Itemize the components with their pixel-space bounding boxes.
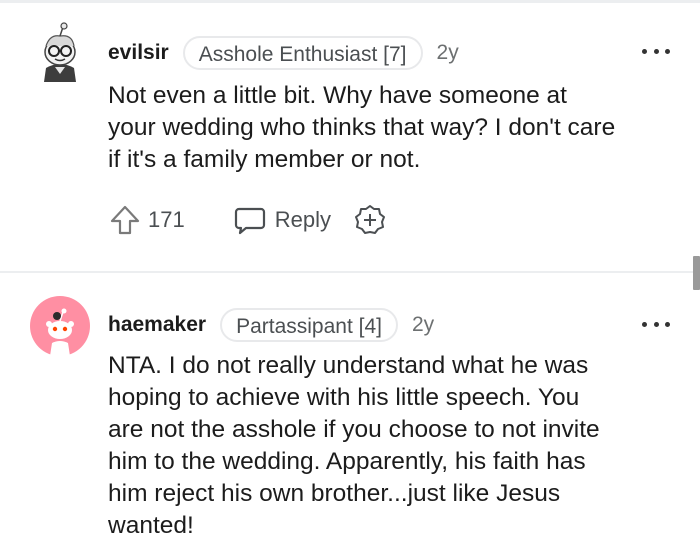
dot-icon (653, 48, 659, 54)
dot-icon (642, 48, 647, 54)
author-name[interactable]: haemaker (108, 313, 206, 337)
dot-icon (653, 321, 659, 327)
reply-label: Reply (274, 207, 331, 232)
top-divider (0, 0, 700, 3)
user-avatar[interactable] (30, 296, 90, 356)
comment-meta: evilsir Asshole Enthusiast [7] 2y (108, 35, 459, 71)
comment-age: 2y (436, 41, 459, 64)
user-avatar[interactable] (30, 22, 90, 82)
dot-icon (665, 48, 670, 54)
default-snoo-avatar-icon (30, 296, 90, 356)
user-flair: Asshole Enthusiast [7] (182, 36, 423, 70)
chat-bubble-icon (234, 207, 265, 235)
reply-button[interactable]: Reply (233, 203, 331, 237)
comment-actions: 171 Reply (108, 200, 387, 240)
comment-meta: haemaker Partassipant [4] 2y (108, 307, 434, 343)
author-name[interactable]: evilsir (108, 41, 169, 65)
dot-icon (665, 321, 670, 327)
more-options-button[interactable] (642, 46, 670, 56)
award-plus-icon[interactable] (353, 203, 387, 237)
more-options-button[interactable] (642, 319, 670, 329)
user-flair: Partassipant [4] (220, 308, 398, 342)
upvote-arrow-icon[interactable] (108, 203, 142, 237)
comment-divider (0, 271, 700, 273)
vote-score: 171 (148, 207, 185, 232)
scrollbar-thumb[interactable] (693, 256, 700, 290)
snoo-avatar-with-glasses-icon (30, 22, 90, 82)
comment-age: 2y (412, 313, 435, 336)
comment-body: NTA. I do not really understand what he … (108, 352, 600, 539)
comment-body: Not even a little bit. Why have someone … (108, 82, 616, 173)
dot-icon (642, 321, 647, 327)
